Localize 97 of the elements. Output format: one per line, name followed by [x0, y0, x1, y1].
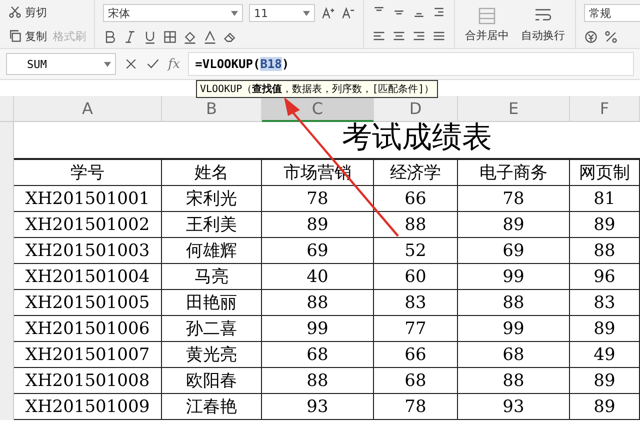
formula-field[interactable]: =VLOOKUP(B18): [188, 52, 634, 76]
table-cell: 78: [374, 394, 458, 420]
table-cell: 99: [262, 316, 374, 342]
column-header[interactable]: D: [374, 96, 458, 122]
header-cell: 姓名: [162, 158, 262, 186]
table-cell: 93: [262, 394, 374, 420]
copy-icon[interactable]: [8, 29, 22, 43]
table-cell: 68: [262, 342, 374, 368]
table-cell: 88: [262, 368, 374, 394]
font-size-select[interactable]: 11: [249, 4, 315, 22]
name-box[interactable]: SUM: [6, 53, 116, 75]
header-cell: 电子商务: [458, 158, 570, 186]
eraser-icon[interactable]: [223, 30, 237, 44]
borders-icon[interactable]: [163, 30, 177, 44]
number-format-select[interactable]: 常规: [584, 4, 640, 22]
table-cell: 88: [458, 368, 570, 394]
table-cell: XH201501007: [14, 342, 162, 368]
table-cell: 89: [570, 368, 640, 394]
table-cell: 99: [458, 316, 570, 342]
table-cell: 黄光亮: [162, 342, 262, 368]
table-cell: 89: [570, 212, 640, 238]
table-cell: 77: [374, 316, 458, 342]
caret-icon[interactable]: [303, 10, 310, 16]
table-cell: XH201501008: [14, 368, 162, 394]
column-header[interactable]: F: [570, 96, 640, 122]
merge-cells-icon: [477, 6, 497, 26]
header-cell: 经济学: [374, 158, 458, 186]
function-tooltip: VLOOKUP（查找值，数据表，列序数，[匹配条件]）: [196, 80, 438, 98]
caret-icon[interactable]: [104, 62, 111, 66]
table-cell: 83: [570, 290, 640, 316]
table-cell: 田艳丽: [162, 290, 262, 316]
italic-icon[interactable]: [123, 30, 137, 44]
column-header[interactable]: A: [14, 96, 162, 122]
table-cell: 欧阳春: [162, 368, 262, 394]
table-cell: 81: [570, 186, 640, 212]
table-cell: 96: [570, 264, 640, 290]
table-cell: 83: [374, 290, 458, 316]
table-cell: 49: [570, 342, 640, 368]
table-cell: 69: [458, 238, 570, 264]
table-cell: XH201501003: [14, 238, 162, 264]
percent-icon[interactable]: [604, 30, 618, 44]
shrink-font-icon[interactable]: [341, 6, 355, 20]
table-cell: 89: [570, 394, 640, 420]
fill-color-icon[interactable]: [183, 30, 197, 44]
table-cell: 78: [458, 186, 570, 212]
merge-center-button[interactable]: 合并居中: [463, 4, 511, 44]
copy-button[interactable]: 复制: [8, 28, 47, 44]
table-cell: XH201501006: [14, 316, 162, 342]
table-cell: XH201501002: [14, 212, 162, 238]
cancel-icon[interactable]: [124, 57, 138, 71]
table-cell: XH201501009: [14, 394, 162, 420]
table-cell: XH201501005: [14, 290, 162, 316]
table-cell: 89: [262, 212, 374, 238]
table-cell: XH201501001: [14, 186, 162, 212]
table-cell: XH201501004: [14, 264, 162, 290]
caret-icon[interactable]: [231, 10, 238, 16]
table-cell: 88: [458, 290, 570, 316]
wrap-text-button[interactable]: 自动换行: [519, 4, 567, 44]
font-color-icon[interactable]: [203, 30, 217, 44]
table-cell: 66: [374, 342, 458, 368]
underline-icon[interactable]: [143, 30, 157, 44]
table-cell: 江春艳: [162, 394, 262, 420]
table-cell: 89: [570, 316, 640, 342]
table-cell: 93: [458, 394, 570, 420]
table-cell: 68: [458, 342, 570, 368]
grow-font-icon[interactable]: [321, 6, 335, 20]
header-cell: 学号: [14, 158, 162, 186]
justify-icon[interactable]: [432, 29, 446, 43]
column-header[interactable]: B: [162, 96, 262, 122]
function-button[interactable]: fx: [168, 56, 180, 72]
table-cell: 60: [374, 264, 458, 290]
table-cell: 68: [374, 368, 458, 394]
table-cell: 王利美: [162, 212, 262, 238]
header-cell: 网页制: [570, 158, 640, 186]
table-cell: 89: [458, 212, 570, 238]
table-cell: 52: [374, 238, 458, 264]
align-right-icon[interactable]: [412, 29, 426, 43]
align-center-icon[interactable]: [392, 29, 406, 43]
table-cell: 40: [262, 264, 374, 290]
cut-button[interactable]: 剪切: [8, 4, 47, 20]
bold-icon[interactable]: [103, 30, 117, 44]
table-cell: 何雄辉: [162, 238, 262, 264]
table-cell: 马亮: [162, 264, 262, 290]
align-left-icon[interactable]: [372, 29, 386, 43]
table-cell: 孙二喜: [162, 316, 262, 342]
table-cell: 88: [570, 238, 640, 264]
table-cell: 69: [262, 238, 374, 264]
column-header[interactable]: E: [458, 96, 570, 122]
table-cell: 99: [458, 264, 570, 290]
check-icon[interactable]: [146, 57, 160, 71]
sheet-title: 考试成绩表: [341, 122, 493, 157]
scissors-icon[interactable]: [8, 5, 22, 19]
indent-icon[interactable]: [432, 5, 446, 19]
table-cell: 88: [262, 290, 374, 316]
font-name-select[interactable]: 宋体: [103, 4, 243, 22]
table-cell: 宋利光: [162, 186, 262, 212]
currency-icon[interactable]: [584, 30, 598, 44]
